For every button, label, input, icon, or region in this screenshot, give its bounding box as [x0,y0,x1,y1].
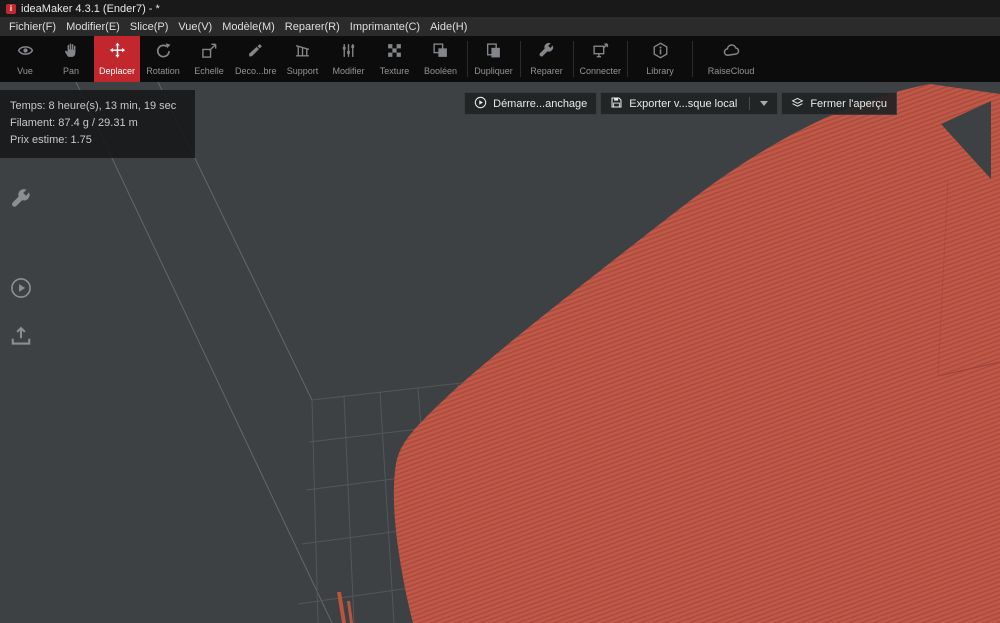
tool-label: Connecter [579,66,622,76]
close-preview-button[interactable]: Fermer l'aperçu [781,92,897,115]
print-estimate-panel: Temps: 8 heure(s), 13 min, 19 sec Filame… [0,90,195,158]
cloud-icon [723,42,740,64]
tool-label: Echelle [194,66,224,76]
menu-fichier[interactable]: Fichier(F) [4,21,61,33]
export-local-disk-button[interactable]: Exporter v...sque local [600,92,779,115]
tool-library[interactable]: Library [631,36,689,82]
build-volume-edges [75,82,333,623]
tool-label: Texture [379,66,410,76]
tool-label: Reparer [530,66,563,76]
menu-modifier[interactable]: Modifier(E) [61,21,125,33]
tool-support[interactable]: Support [280,36,326,82]
tool-texture[interactable]: Texture [372,36,418,82]
rotate-icon [155,42,172,64]
export-label: Exporter v...sque local [629,97,738,110]
settings-wrench-button[interactable] [10,188,32,215]
toolbar-divider [627,41,629,77]
tool-label: Vue [17,66,33,76]
duplicate-icon [485,42,502,64]
freecut-icon [247,42,264,64]
move-icon [109,42,126,64]
menu-modele[interactable]: Modèle(M) [217,21,280,33]
tool-modifier[interactable]: Modifier [326,36,372,82]
play-circle-icon [10,278,32,303]
start-slice-button[interactable] [10,277,32,304]
support-icon [294,42,311,64]
tool-reparer[interactable]: Reparer [524,36,570,82]
button-separator [749,97,751,110]
tool-deplacer[interactable]: Deplacer [94,36,140,82]
toolbar-divider [572,41,574,77]
upload-icon [10,326,32,351]
toolbar-divider [692,41,694,77]
tool-dupliquer[interactable]: Dupliquer [471,36,517,82]
toolbar-divider [466,41,468,77]
save-disk-icon [610,96,623,112]
tool-label: RaiseCloud [707,66,755,76]
texture-icon [386,42,403,64]
tool-label: Support [286,66,319,76]
viewport-3d[interactable]: Temps: 8 heure(s), 13 min, 19 sec Filame… [0,82,1000,623]
start-print-label: Démarre...anchage [493,97,588,110]
app-window: i ideaMaker 4.3.1 (Ender7) - * Fichier(F… [0,0,1000,623]
title-bar: i ideaMaker 4.3.1 (Ender7) - * [0,0,1000,17]
tool-label: Modifier [332,66,365,76]
tool-connecter[interactable]: Connecter [577,36,625,82]
model-preview [337,84,1000,623]
window-title: ideaMaker 4.3.1 (Ender7) - * [21,2,160,15]
tool-label: Library [646,66,674,76]
export-upload-button[interactable] [10,325,32,352]
sliders-icon [340,42,357,64]
tool-label: Booléen [424,66,458,76]
menu-reparer[interactable]: Reparer(R) [280,21,345,33]
tool-echelle[interactable]: Echelle [186,36,232,82]
eye-icon [17,42,34,64]
close-preview-label: Fermer l'aperçu [810,97,887,110]
wrench-icon [10,189,32,214]
library-icon [652,42,669,64]
estimate-filament: Filament: 87.4 g / 29.31 m [10,117,138,129]
tool-label: Deplacer [98,66,136,76]
tool-label: Dupliquer [474,66,513,76]
menu-slice[interactable]: Slice(P) [125,21,174,33]
tool-vue[interactable]: Vue [2,36,48,82]
menu-vue[interactable]: Vue(V) [173,21,217,33]
estimate-time: Temps: 8 heure(s), 13 min, 19 sec [10,100,177,112]
app-logo-icon: i [6,3,16,14]
tool-decoupe-libre[interactable]: Deco...bre [232,36,280,82]
tool-pan[interactable]: Pan [48,36,94,82]
tool-rotation[interactable]: Rotation [140,36,186,82]
menu-bar: Fichier(F) Modifier(E) Slice(P) Vue(V) M… [0,17,1000,36]
scale-icon [201,42,218,64]
preview-actions-bar: Démarre...anchage Exporter v...sque loca… [464,92,897,115]
menu-imprimante[interactable]: Imprimante(C) [345,21,425,33]
main-toolbar: Vue Pan Deplacer Rotation Echelle Deco..… [0,36,1000,82]
hand-icon [63,42,80,64]
start-print-button[interactable]: Démarre...anchage [464,92,598,115]
boolean-icon [432,42,449,64]
tool-label: Deco...bre [235,66,277,76]
model-body [393,84,1000,623]
tool-booleen[interactable]: Booléen [418,36,464,82]
scene-canvas [75,82,1000,623]
wrench-icon [538,42,555,64]
menu-aide[interactable]: Aide(H) [425,21,472,33]
connect-icon [592,42,609,64]
tool-raisecloud[interactable]: RaiseCloud [696,36,766,82]
play-circle-icon [474,96,487,112]
estimate-price: Prix estime: 1.75 [10,134,92,146]
close-preview-icon [791,96,804,112]
toolbar-divider [519,41,521,77]
tool-label: Pan [62,66,79,76]
tool-label: Rotation [146,66,180,76]
dropdown-caret-icon[interactable] [760,101,769,106]
